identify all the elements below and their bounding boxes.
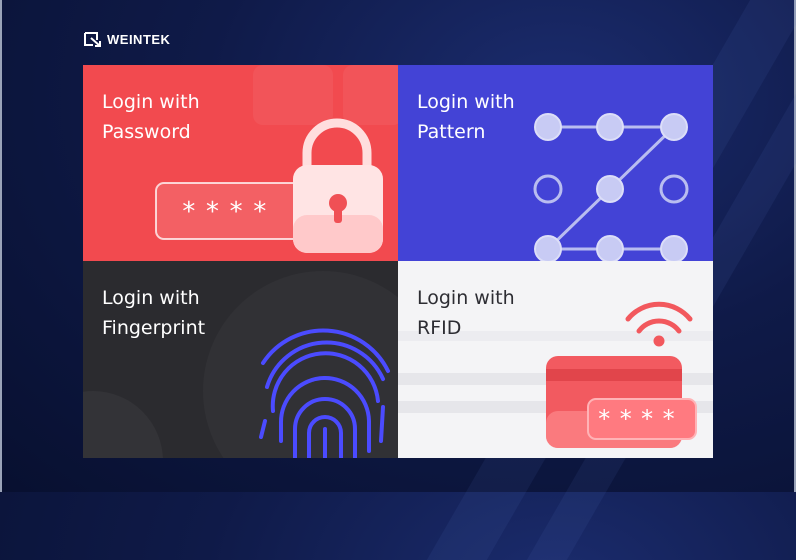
rfid-mask: **** (597, 405, 683, 433)
weintek-logo: WEINTEK (83, 31, 170, 47)
pattern-tile-label: Login with Pattern (417, 91, 515, 143)
left-frame-edge (0, 0, 2, 492)
card-icon (546, 356, 697, 448)
login-with-password-tile[interactable]: Login with Password **** (83, 65, 398, 261)
rfid-tile-label: Login with RFID (417, 287, 515, 339)
password-mask: **** (181, 197, 276, 227)
fingerprint-tile-label: Login with Fingerprint (102, 287, 206, 339)
logo-text: WEINTEK (107, 31, 171, 47)
login-with-fingerprint-tile[interactable]: Login with Fingerprint (83, 261, 398, 458)
lock-icon (293, 118, 383, 253)
login-method-grid: Login with Password **** Login with Patt (83, 65, 713, 458)
login-with-rfid-tile[interactable]: Login with RFID **** (398, 261, 713, 458)
login-with-pattern-tile[interactable]: Login with Pattern (398, 65, 713, 261)
password-tile-label: Login with Password (102, 91, 200, 143)
weintek-logo-icon (84, 32, 101, 47)
